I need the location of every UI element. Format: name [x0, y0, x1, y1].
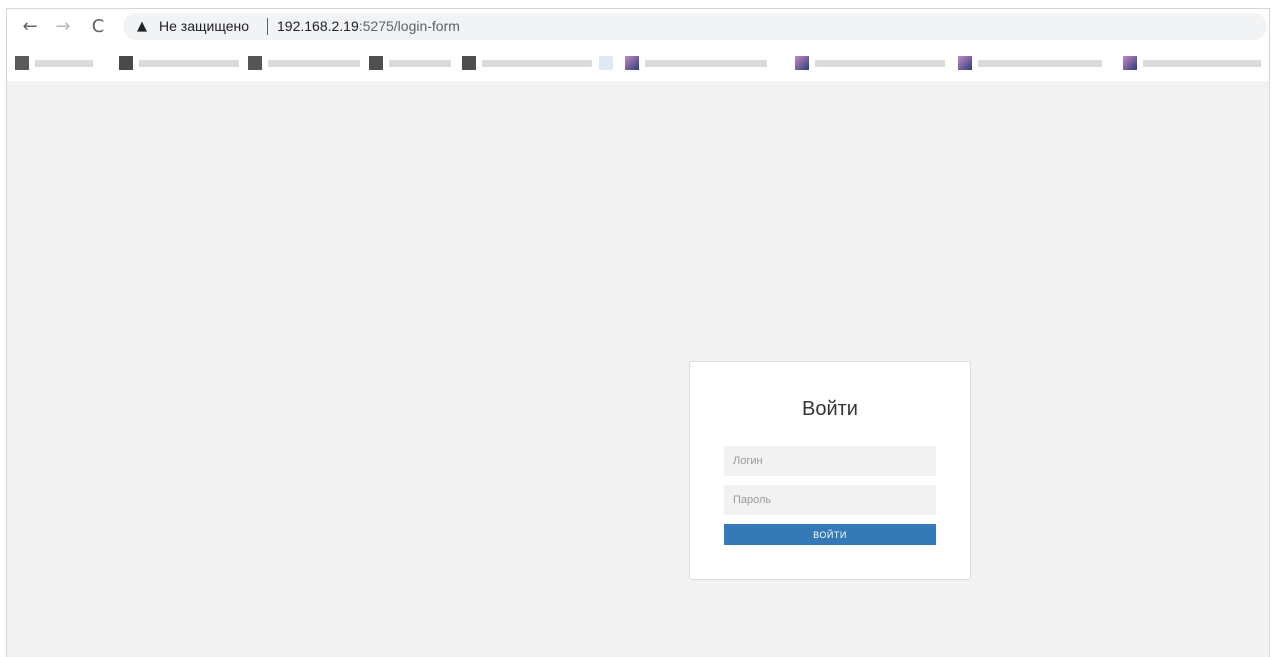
login-title: Войти: [802, 398, 858, 420]
bookmark-favicon: [119, 56, 133, 70]
login-field-wrapper: [724, 446, 936, 476]
reload-icon: C: [91, 16, 105, 37]
bookmark-favicon: [599, 56, 613, 70]
bookmark-favicon: [625, 56, 639, 70]
login-form: Войти ВОЙТИ: [689, 361, 971, 580]
password-field-wrapper: [724, 485, 936, 515]
reload-button[interactable]: C: [87, 16, 109, 38]
bookmark-label-blurred: [482, 60, 592, 67]
bookmark-label-blurred: [1143, 60, 1261, 67]
bookmark-favicon: [1123, 56, 1137, 70]
bookmarks-bar: [7, 43, 1269, 81]
browser-window: ← → C ▲ Не защищено 192.168.2.19:5275/lo…: [6, 8, 1270, 657]
security-status[interactable]: Не защищено: [159, 18, 249, 35]
browser-toolbar: ← → C ▲ Не защищено 192.168.2.19:5275/lo…: [7, 9, 1269, 43]
bookmark-label-blurred: [645, 60, 767, 67]
page-content: Войти ВОЙТИ: [7, 81, 1269, 657]
arrow-right-icon: →: [55, 16, 71, 37]
address-separator: [267, 18, 268, 35]
bookmark-favicon: [958, 56, 972, 70]
url-host: 192.168.2.19: [277, 18, 359, 34]
bookmark-label-blurred: [139, 60, 239, 67]
warning-triangle-icon[interactable]: ▲: [137, 18, 147, 35]
bookmark-label-blurred: [978, 60, 1102, 67]
password-input[interactable]: [724, 485, 936, 515]
url-path: :5275/login-form: [358, 18, 460, 34]
back-button[interactable]: ←: [19, 16, 41, 38]
url-text[interactable]: 192.168.2.19:5275/login-form: [277, 18, 460, 35]
arrow-left-icon: ←: [22, 16, 38, 37]
bookmark-favicon: [369, 56, 383, 70]
bookmark-favicon: [795, 56, 809, 70]
bookmark-favicon: [248, 56, 262, 70]
forward-button[interactable]: →: [52, 16, 74, 38]
login-button[interactable]: ВОЙТИ: [724, 524, 936, 545]
bookmark-label-blurred: [815, 60, 945, 67]
bookmark-label-blurred: [268, 60, 360, 67]
address-bar[interactable]: ▲ Не защищено 192.168.2.19:5275/login-fo…: [123, 13, 1267, 40]
bookmark-favicon: [462, 56, 476, 70]
login-input[interactable]: [724, 446, 936, 476]
bookmark-label-blurred: [389, 60, 451, 67]
bookmark-label-blurred: [35, 60, 93, 67]
bookmark-favicon: [15, 56, 29, 70]
